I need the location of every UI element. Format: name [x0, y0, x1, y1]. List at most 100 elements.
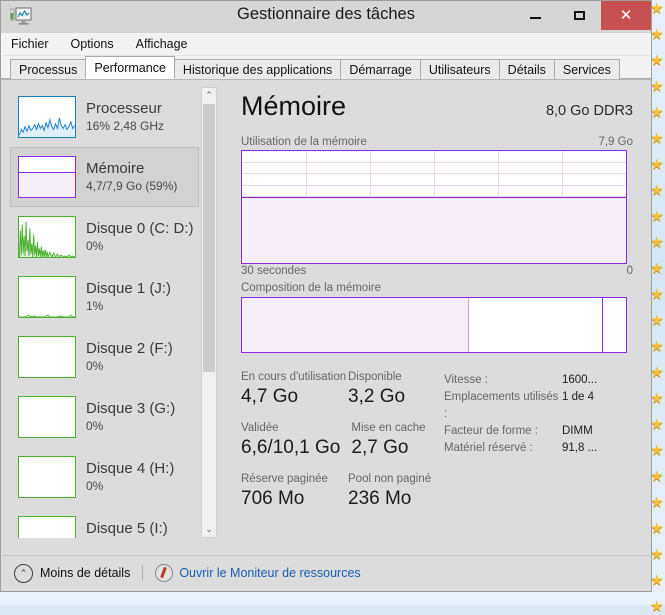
chevron-up-icon[interactable]: ⌃ — [14, 564, 33, 583]
statistic-value: 2,7 Go — [351, 436, 455, 460]
sidebar-thumbnail-disque-1 — [18, 276, 76, 318]
usage-graph-max: 7,9 Go — [598, 136, 633, 148]
composition-label-row: Composition de la mémoire — [241, 282, 633, 294]
sidebar-item-text: Disque 5 (I:)0% — [86, 520, 168, 538]
status-bar: ⌃ Moins de détails Ouvrir le Moniteur de… — [2, 555, 650, 590]
thumbnail-sparkline — [19, 217, 75, 257]
statistic-committed: Validée6,6/10,1 Go — [241, 421, 351, 460]
sidebar-item-disque-1[interactable]: Disque 1 (J:)1% — [10, 267, 199, 327]
statistic-cached: Mise en cache2,7 Go — [351, 421, 455, 460]
sidebar-item-label: Processeur — [86, 100, 164, 118]
scrollbar-thumb[interactable] — [203, 104, 215, 372]
sidebar-item-text: Disque 2 (F:)0% — [86, 340, 173, 374]
sidebar-item-sublabel: 4,7/7,9 Go (59%) — [86, 178, 177, 194]
system-info-value: 1600... — [562, 372, 624, 389]
statistic-value: 6,6/10,1 Go — [241, 436, 351, 460]
memory-system-info: Vitesse :1600...Emplacements utilisés :1… — [444, 372, 624, 457]
sidebar-item-sublabel: 0% — [86, 358, 173, 374]
sidebar-scrollbar[interactable]: ⌃ ⌄ — [201, 87, 217, 538]
status-separator — [142, 565, 143, 581]
sidebar-item-disque-4[interactable]: Disque 4 (H:)0% — [10, 447, 199, 507]
sidebar-item-text: Mémoire4,7/7,9 Go (59%) — [86, 160, 177, 194]
usage-graph-label: Utilisation de la mémoire — [241, 136, 367, 148]
thumbnail-memory-fill — [19, 172, 75, 197]
statistic-nonpaged-pool: Pool non paginé236 Mo — [348, 472, 455, 511]
system-info-row: Emplacements utilisés :1 de 4 — [444, 389, 624, 423]
gridline-vertical — [626, 151, 627, 263]
resource-monitor-icon — [155, 564, 173, 582]
system-info-key: Emplacements utilisés : — [444, 389, 562, 423]
statistic-in-use: En cours d'utilisation4,7 Go — [241, 370, 348, 409]
tab-services[interactable]: Services — [554, 59, 620, 79]
statistic-value: 236 Mo — [348, 487, 455, 511]
minimize-icon — [530, 17, 541, 19]
statistic-available: Disponible3,2 Go — [348, 370, 455, 409]
scroll-down-arrow-icon[interactable]: ⌄ — [202, 522, 216, 537]
sidebar-thumbnail-processeur — [18, 96, 76, 138]
maximize-button[interactable] — [557, 1, 601, 30]
sidebar-item-label: Mémoire — [86, 160, 177, 178]
statistic-label: Validée — [241, 421, 351, 436]
task-manager-icon — [10, 7, 32, 27]
sidebar-item-text: Disque 3 (G:)0% — [86, 400, 175, 434]
sidebar-item-disque-3[interactable]: Disque 3 (G:)0% — [10, 387, 199, 447]
sidebar-item-label: Disque 3 (G:) — [86, 400, 175, 418]
memory-usage-area — [242, 197, 626, 263]
time-axis-labels: 30 secondes 0 — [241, 265, 633, 277]
sidebar-item-processeur[interactable]: Processeur16% 2,48 GHz — [10, 87, 199, 147]
memory-composition-bar — [241, 297, 627, 353]
sidebar-thumbnail-disque-2 — [18, 336, 76, 378]
close-button[interactable]: ✕ — [601, 1, 651, 30]
statistic-label: Réserve paginée — [241, 472, 348, 487]
sidebar-thumbnail-disque-4 — [18, 456, 76, 498]
sidebar-item-label: Disque 2 (F:) — [86, 340, 173, 358]
open-resource-monitor-link[interactable]: Ouvrir le Moniteur de ressources — [179, 566, 360, 580]
tab-utilisateurs[interactable]: Utilisateurs — [420, 59, 500, 79]
sidebar-item-text: Disque 1 (J:)1% — [86, 280, 171, 314]
composition-label: Composition de la mémoire — [241, 282, 381, 294]
sidebar-item-text: Disque 4 (H:)0% — [86, 460, 174, 494]
task-manager-window: Gestionnaire des tâches ✕ Fichier Options… — [0, 0, 652, 592]
sidebar-item-disque-0[interactable]: Disque 0 (C: D:)0% — [10, 207, 199, 267]
tab-strip: ProcessusPerformanceHistorique des appli… — [1, 56, 651, 79]
thumbnail-sparkline — [19, 97, 75, 137]
wallpaper-star-icon: ★ — [650, 600, 663, 613]
close-icon: ✕ — [620, 8, 633, 23]
resource-sidebar: Processeur16% 2,48 GHz Mémoire4,7/7,9 Go … — [10, 87, 199, 538]
title-bar: Gestionnaire des tâches ✕ — [1, 1, 651, 33]
sidebar-item-disque-2[interactable]: Disque 2 (F:)0% — [10, 327, 199, 387]
memory-header: Mémoire 8,0 Go DDR3 — [241, 90, 633, 122]
statistic-label: En cours d'utilisation — [241, 370, 348, 385]
maximize-icon — [574, 11, 585, 20]
system-info-value: 1 de 4 — [562, 389, 624, 423]
tab-processus[interactable]: Processus — [10, 59, 86, 79]
system-info-key: Matériel réservé : — [444, 440, 562, 457]
statistic-paged-pool: Réserve paginée706 Mo — [241, 472, 348, 511]
sidebar-item-sublabel: 0% — [86, 238, 194, 254]
minimize-button[interactable] — [513, 1, 557, 30]
sidebar-item-label: Disque 4 (H:) — [86, 460, 174, 478]
tab-d-tails[interactable]: Détails — [499, 59, 555, 79]
sidebar-item-disque-5[interactable]: Disque 5 (I:)0% — [10, 507, 199, 538]
menu-item-affichage[interactable]: Affichage — [136, 37, 188, 51]
menu-bar: Fichier Options Affichage — [1, 33, 651, 56]
statistic-row: Réserve paginée706 MoPool non paginé236 … — [241, 472, 455, 511]
tab-historique-des-applications[interactable]: Historique des applications — [174, 59, 341, 79]
time-axis-left: 30 secondes — [241, 265, 306, 277]
scroll-up-arrow-icon[interactable]: ⌃ — [202, 88, 216, 103]
sidebar-item-memoire[interactable]: Mémoire4,7/7,9 Go (59%) — [10, 147, 199, 207]
menu-item-options[interactable]: Options — [71, 37, 114, 51]
sidebar-thumbnail-disque-5 — [18, 516, 76, 538]
tab-performance[interactable]: Performance — [85, 56, 175, 79]
sidebar-item-sublabel: 1% — [86, 298, 171, 314]
menu-item-fichier[interactable]: Fichier — [11, 37, 49, 51]
statistic-value: 706 Mo — [241, 487, 348, 511]
statistic-value: 3,2 Go — [348, 385, 455, 409]
tab-d-marrage[interactable]: Démarrage — [340, 59, 421, 79]
statistic-row: En cours d'utilisation4,7 GoDisponible3,… — [241, 370, 455, 409]
usage-axis-labels: Utilisation de la mémoire 7,9 Go — [241, 136, 633, 148]
less-details-button[interactable]: Moins de détails — [40, 566, 130, 580]
system-info-value: DIMM — [562, 423, 624, 440]
sidebar-item-label: Disque 0 (C: D:) — [86, 220, 194, 238]
sidebar-item-sublabel: 0% — [86, 478, 174, 494]
